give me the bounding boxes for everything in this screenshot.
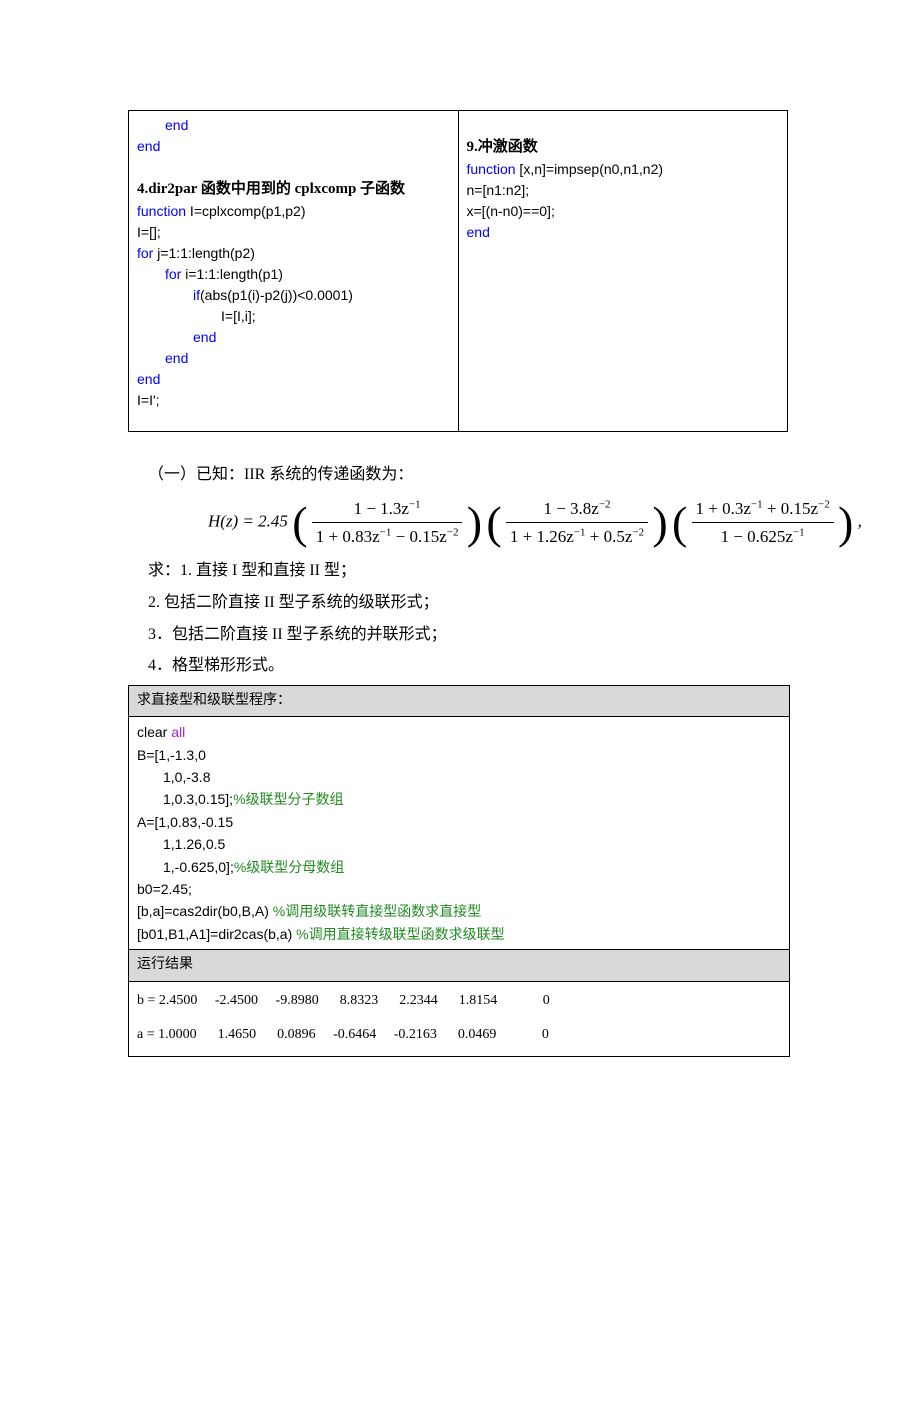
paren-left-icon: ( (292, 503, 307, 543)
code-table: end end 4.dir2par 函数中用到的 cplxcomp 子函数 fu… (128, 110, 788, 432)
page: end end 4.dir2par 函数中用到的 cplxcomp 子函数 fu… (0, 110, 920, 1412)
code-line: [b,a]=cas2dir(b0,B,A) %调用级联转直接型函数求直接型 (137, 900, 781, 922)
question-2: 2. 包括二阶直接 II 型子系统的级联形式； (148, 590, 788, 616)
paren-left-icon: ( (672, 503, 687, 543)
section-heading-4: 4.dir2par 函数中用到的 cplxcomp 子函数 (137, 178, 450, 201)
code-line: I=[]; (137, 222, 450, 243)
code-line: end (137, 138, 160, 154)
section-heading-9: 9.冲激函数 (467, 136, 780, 159)
code-line: x=[(n-n0)==0]; (467, 201, 780, 222)
body-text: （一）已知：IIR 系统的传递函数为： H(z) = 2.45 ( 1 − 1.… (148, 462, 788, 679)
box-header-result: 运行结果 (129, 949, 789, 981)
box-header-program: 求直接型和级联型程序： (129, 686, 789, 717)
code-line: function I=cplxcomp(p1,p2) (137, 201, 450, 222)
formula: H(z) = 2.45 ( 1 − 1.3z−1 1 + 0.83z−1 − 0… (208, 495, 788, 550)
code-cell-left: end end 4.dir2par 函数中用到的 cplxcomp 子函数 fu… (129, 111, 459, 432)
code-line: B=[1,-1.3,0 (137, 744, 781, 766)
result-row-b: b = 2.4500 -2.4500 -9.8980 8.8323 2.2344… (129, 982, 789, 1016)
paragraph: （一）已知：IIR 系统的传递函数为： (148, 462, 788, 488)
result-row-a: a = 1.0000 1.4650 0.0896 -0.6464 -0.2163… (129, 1016, 789, 1056)
code-line: 1,0.3,0.15];%级联型分子数组 (137, 788, 781, 810)
code-line: 1,1.26,0.5 (137, 833, 781, 855)
code-line: A=[1,0.83,-0.15 (137, 811, 781, 833)
fraction-2: 1 − 3.8z−2 1 + 1.26z−1 + 0.5z−2 (506, 495, 648, 550)
code-line: [b01,B1,A1]=dir2cas(b,a) %调用直接转级联型函数求级联型 (137, 923, 781, 945)
code-line: n=[n1:n2]; (467, 180, 780, 201)
paren-left-icon: ( (486, 503, 501, 543)
code-line: end (137, 115, 450, 136)
code-line: b0=2.45; (137, 878, 781, 900)
code-line: 1,0,-3.8 (137, 766, 781, 788)
code-line: I=I'; (137, 390, 450, 411)
code-line: for j=1:1:length(p2) (137, 243, 450, 264)
code-line: end (467, 222, 780, 243)
code-line: I=[I,i]; (137, 306, 450, 327)
code-line: clear all (137, 721, 781, 743)
question-3: 3．包括二阶直接 II 型子系统的并联形式； (148, 622, 788, 648)
code-line: end (137, 369, 450, 390)
code-cell-right: 9.冲激函数 function [x,n]=impsep(n0,n1,n2) n… (458, 111, 788, 432)
code-line: end (137, 348, 450, 369)
code-line: end (137, 327, 450, 348)
code-line: 1,-0.625,0];%级联型分母数组 (137, 856, 781, 878)
paren-right-icon: ) (838, 503, 853, 543)
code-line: function [x,n]=impsep(n0,n1,n2) (467, 159, 780, 180)
program-content: clear all B=[1,-1.3,0 1,0,-3.8 1,0.3,0.1… (129, 717, 789, 949)
code-line: for i=1:1:length(p1) (137, 264, 450, 285)
question-4: 4．格型梯形形式。 (148, 653, 788, 679)
fraction-3: 1 + 0.3z−1 + 0.15z−2 1 − 0.625z−1 (692, 495, 834, 550)
paren-right-icon: ) (467, 503, 482, 543)
program-box: 求直接型和级联型程序： clear all B=[1,-1.3,0 1,0,-3… (128, 685, 790, 1057)
question-1: 求：1. 直接 I 型和直接 II 型； (148, 558, 788, 584)
fraction-1: 1 − 1.3z−1 1 + 0.83z−1 − 0.15z−2 (312, 495, 463, 550)
code-line: if(abs(p1(i)-p2(j))<0.0001) (137, 285, 450, 306)
paren-right-icon: ) (652, 503, 667, 543)
